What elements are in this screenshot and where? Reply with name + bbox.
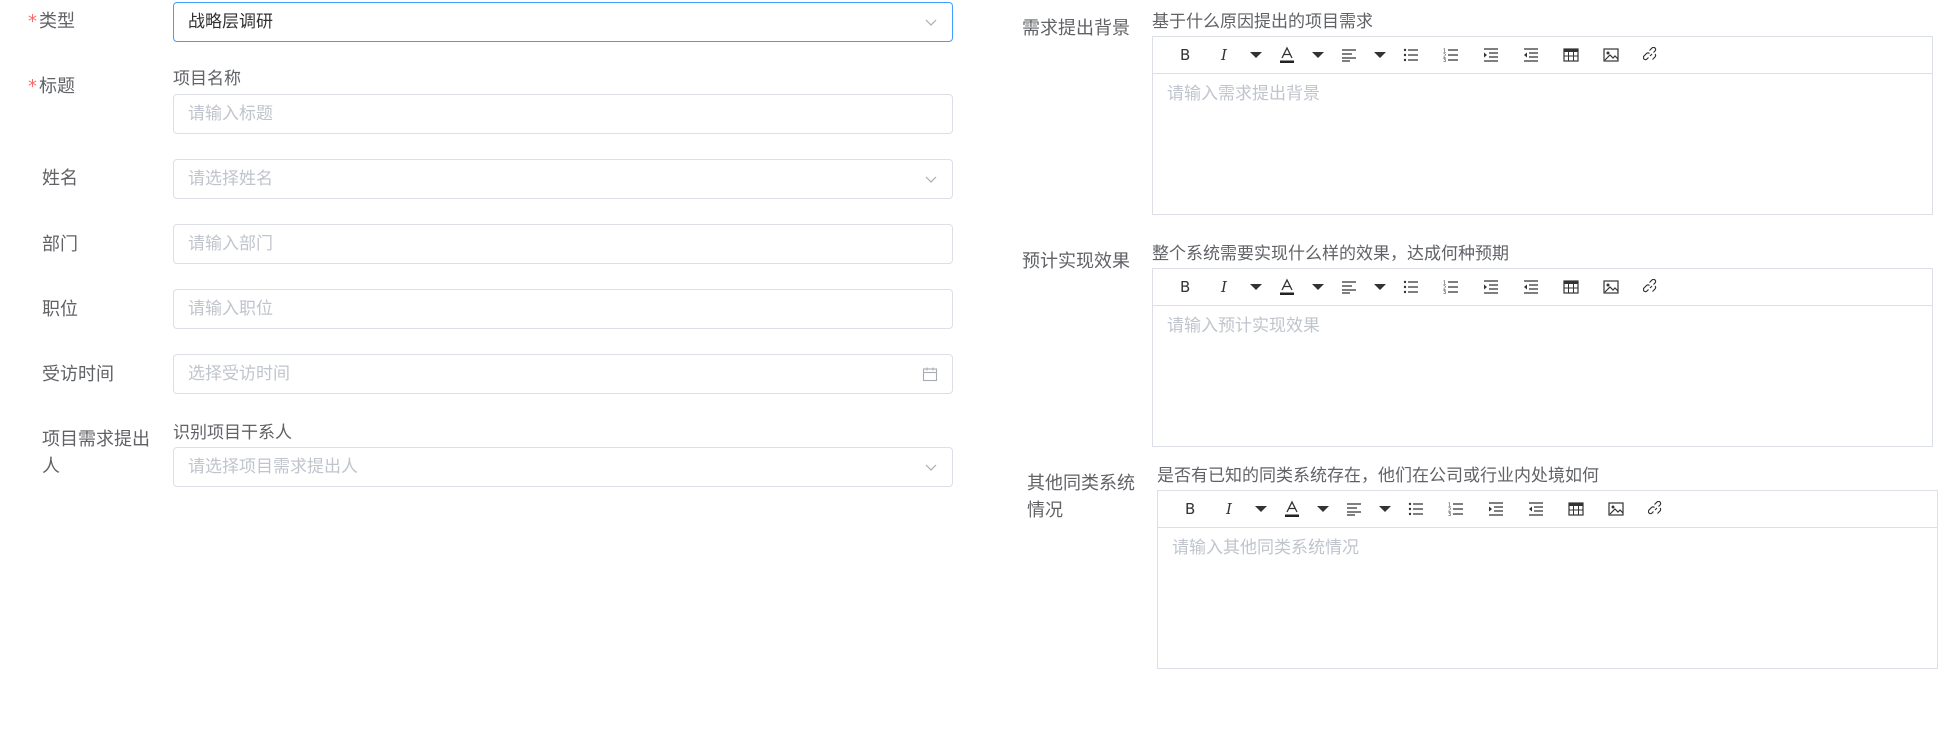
italic-icon[interactable]: I <box>1210 491 1250 527</box>
indent-icon[interactable] <box>1471 37 1511 73</box>
effect-placeholder: 请输入预计实现效果 <box>1167 316 1320 336</box>
bullet-list-icon[interactable] <box>1396 491 1436 527</box>
svg-text:B: B <box>1180 47 1190 63</box>
effect-editor[interactable]: B I 123 请输入预计实现效果 <box>1152 268 1933 447</box>
dropdown-icon[interactable] <box>1250 491 1272 527</box>
dropdown-icon[interactable] <box>1369 269 1391 305</box>
title-hint: 项目名称 <box>173 69 241 89</box>
bold-icon[interactable]: B <box>1165 37 1205 73</box>
svg-text:3: 3 <box>1443 290 1446 294</box>
dropdown-icon[interactable] <box>1307 269 1329 305</box>
dept-label: 部门 <box>42 234 78 255</box>
image-icon[interactable] <box>1596 491 1636 527</box>
dropdown-icon[interactable] <box>1245 269 1267 305</box>
svg-text:I: I <box>1220 47 1228 63</box>
type-select[interactable]: 战略层调研 <box>173 2 953 42</box>
effect-hint: 整个系统需要实现什么样的效果，达成何种预期 <box>1152 244 1509 264</box>
link-icon[interactable] <box>1636 491 1676 527</box>
effect-label: 预计实现效果 <box>1022 251 1130 272</box>
outdent-icon[interactable] <box>1516 491 1556 527</box>
table-icon[interactable] <box>1556 491 1596 527</box>
font-color-icon[interactable] <box>1267 269 1307 305</box>
similar-placeholder: 请输入其他同类系统情况 <box>1172 538 1359 558</box>
font-color-icon[interactable] <box>1267 37 1307 73</box>
editor-toolbar: B I 123 <box>1158 491 1937 528</box>
dept-input[interactable]: 请输入部门 <box>173 224 953 264</box>
title-label: * 标题 <box>28 76 75 97</box>
type-select-value: 战略层调研 <box>188 12 273 32</box>
italic-icon[interactable]: I <box>1205 37 1245 73</box>
svg-text:I: I <box>1220 279 1228 295</box>
link-icon[interactable] <box>1631 37 1671 73</box>
dropdown-icon[interactable] <box>1312 491 1334 527</box>
editor-toolbar: B I 123 <box>1153 37 1932 74</box>
proposer-select[interactable]: 请选择项目需求提出人 <box>173 447 953 487</box>
table-icon[interactable] <box>1551 269 1591 305</box>
indent-icon[interactable] <box>1476 491 1516 527</box>
chevron-down-icon <box>924 160 938 198</box>
position-input[interactable]: 请输入职位 <box>173 289 953 329</box>
italic-icon[interactable]: I <box>1205 269 1245 305</box>
visit-time-label: 受访时间 <box>42 364 114 385</box>
chevron-down-icon <box>924 3 938 41</box>
background-editor[interactable]: B I 123 请输入需求提出背景 <box>1152 36 1933 215</box>
dropdown-icon[interactable] <box>1369 37 1391 73</box>
table-icon[interactable] <box>1551 37 1591 73</box>
dropdown-icon[interactable] <box>1374 491 1396 527</box>
outdent-icon[interactable] <box>1511 37 1551 73</box>
align-icon[interactable] <box>1329 269 1369 305</box>
svg-text:B: B <box>1180 279 1190 295</box>
outdent-icon[interactable] <box>1511 269 1551 305</box>
chevron-down-icon <box>924 448 938 486</box>
position-label: 职位 <box>42 299 78 320</box>
background-hint: 基于什么原因提出的项目需求 <box>1152 12 1373 32</box>
similar-label: 其他同类系统 情况 <box>1027 473 1135 521</box>
type-label: * 类型 <box>28 11 75 32</box>
similar-editor[interactable]: B I 123 请输入其他同类系统情况 <box>1157 490 1938 669</box>
svg-text:3: 3 <box>1448 512 1451 516</box>
background-label: 需求提出背景 <box>1022 18 1130 39</box>
name-label: 姓名 <box>42 168 78 189</box>
numbered-list-icon[interactable]: 123 <box>1431 37 1471 73</box>
visit-time-picker[interactable]: 选择受访时间 <box>173 354 953 394</box>
similar-hint: 是否有已知的同类系统存在，他们在公司或行业内处境如何 <box>1157 466 1599 486</box>
bullet-list-icon[interactable] <box>1391 269 1431 305</box>
svg-text:3: 3 <box>1443 58 1446 62</box>
link-icon[interactable] <box>1631 269 1671 305</box>
align-icon[interactable] <box>1334 491 1374 527</box>
dropdown-icon[interactable] <box>1245 37 1267 73</box>
numbered-list-icon[interactable]: 123 <box>1436 491 1476 527</box>
calendar-icon <box>922 355 938 393</box>
bold-icon[interactable]: B <box>1170 491 1210 527</box>
title-input[interactable]: 请输入标题 <box>173 94 953 134</box>
background-placeholder: 请输入需求提出背景 <box>1167 84 1320 104</box>
name-select[interactable]: 请选择姓名 <box>173 159 953 199</box>
svg-text:I: I <box>1225 501 1233 517</box>
image-icon[interactable] <box>1591 269 1631 305</box>
svg-text:B: B <box>1185 501 1195 517</box>
indent-icon[interactable] <box>1471 269 1511 305</box>
bold-icon[interactable]: B <box>1165 269 1205 305</box>
proposer-label: 项目需求提出 人 <box>42 429 150 477</box>
dropdown-icon[interactable] <box>1307 37 1329 73</box>
editor-toolbar: B I 123 <box>1153 269 1932 306</box>
image-icon[interactable] <box>1591 37 1631 73</box>
numbered-list-icon[interactable]: 123 <box>1431 269 1471 305</box>
proposer-hint: 识别项目干系人 <box>173 423 292 443</box>
required-mark: * <box>28 11 37 32</box>
bullet-list-icon[interactable] <box>1391 37 1431 73</box>
align-icon[interactable] <box>1329 37 1369 73</box>
font-color-icon[interactable] <box>1272 491 1312 527</box>
